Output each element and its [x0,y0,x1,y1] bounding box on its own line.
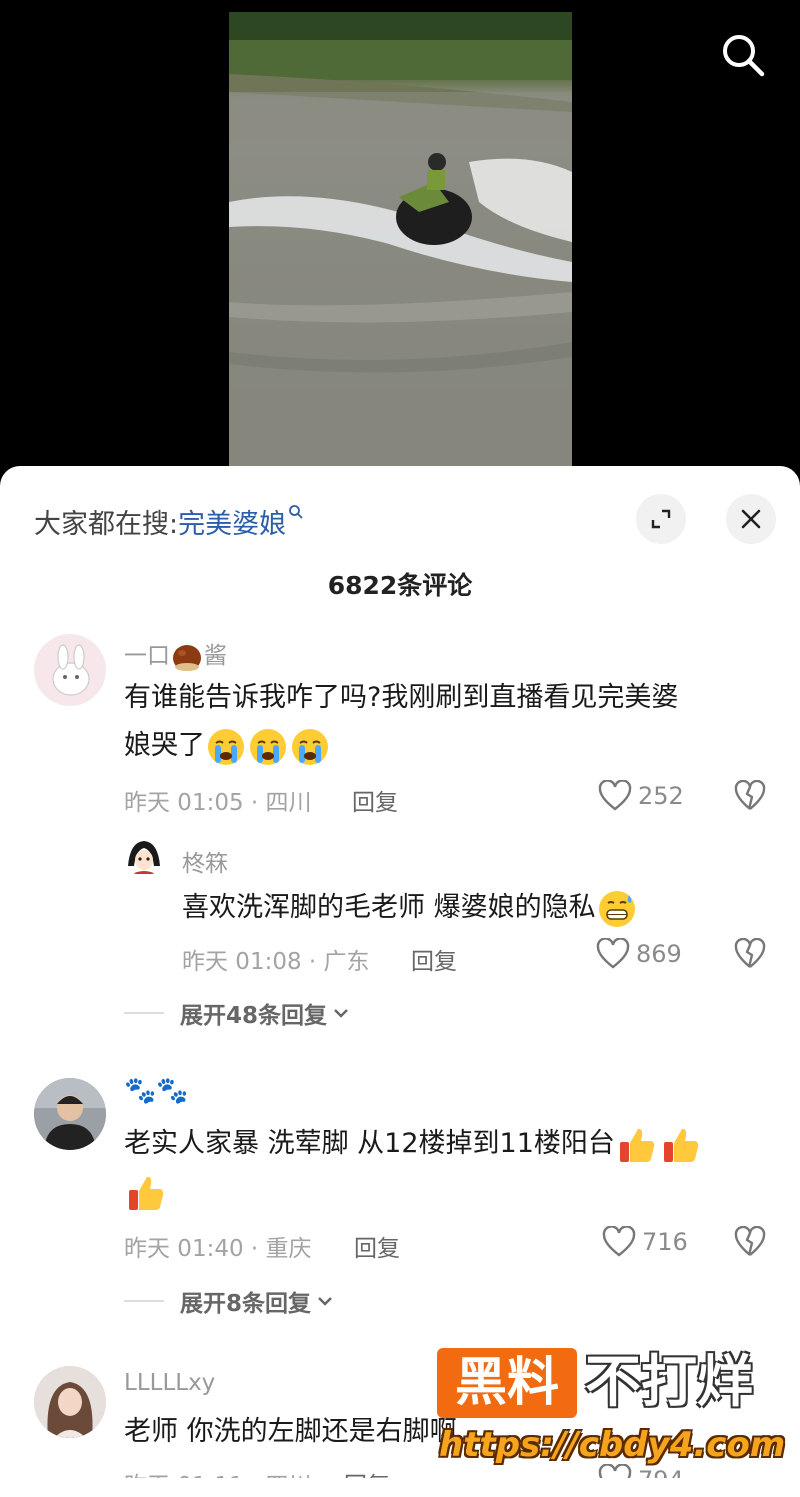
hot-search-term[interactable]: 完美婆娘 [178,509,286,540]
search-icon [289,505,303,519]
username[interactable]: LLLLLxy [124,1370,215,1396]
avatar-man-image [34,1078,106,1150]
broken-heart-icon [734,1225,766,1256]
thumbs-up-icon [619,1128,655,1162]
hot-search-bar[interactable]: 大家都在搜:完美婆娘 [34,502,304,541]
expand-sheet-button[interactable] [636,494,686,544]
search-button[interactable] [718,30,768,80]
comment-text-line: 有谁能告诉我咋了吗?我刚刷到直播看见完美婆 [124,682,679,713]
video-scene [229,12,572,480]
dislike-button[interactable] [734,1225,766,1262]
avatar-rabbit-image [52,644,90,696]
avatar[interactable] [34,634,106,706]
broken-heart-icon [734,937,766,968]
comment-sheet: 大家都在搜:完美婆娘 6822条评论 一口酱 有谁能告诉我咋了吗?我刚刷到直播看… [0,466,800,1497]
watermark-text: 不打烊 [585,1350,753,1415]
avatar-anime-girl-image [124,836,164,876]
thumbs-up-icon [129,1176,164,1210]
broken-heart-icon [734,779,766,810]
divider-line [124,1012,164,1014]
close-icon [741,509,761,529]
close-button[interactable] [726,494,776,544]
like-button[interactable]: 252 [598,780,684,812]
comment-text: 老实人家暴 洗荤脚 从12楼掉到11楼阳台 [124,1120,774,1216]
avatar[interactable] [34,1078,106,1150]
hot-search-prefix: 大家都在搜: [34,509,179,540]
bottom-edge [0,1478,800,1497]
like-button[interactable]: 716 [602,1226,688,1258]
expand-icon [651,509,671,529]
expand-replies-button[interactable]: 展开8条回复 [124,1284,335,1318]
grimacing-sweat-emoji-icon [598,890,635,927]
username[interactable]: 一口 酱 [124,636,227,673]
reply-button[interactable]: 回复 [354,1229,400,1263]
heart-icon [598,780,632,811]
expand-replies-label: 展开48条回复 [180,1003,328,1029]
heart-icon [596,938,630,969]
comment-meta: 昨天 01:05 · 四川 [124,790,312,816]
comment-meta: 昨天 01:40 · 重庆 [124,1236,312,1262]
video-frame[interactable] [229,12,572,480]
search-icon [723,35,765,77]
watermark-overlay: 黑料 不打烊 https://cbdy4.com [435,1345,785,1475]
reply-button[interactable]: 回复 [411,942,457,976]
like-count: 716 [642,1228,688,1256]
expand-replies-label: 展开8条回复 [180,1291,312,1317]
comment-text-content: 老实人家暴 洗荤脚 从12楼掉到11楼阳台 [124,1128,615,1159]
avatar[interactable] [34,1366,106,1438]
reply-text: 喜欢洗浑脚的毛老师 爆婆娘的隐私 [182,884,742,932]
chestnut-emoji-icon [173,644,201,671]
like-button[interactable]: 869 [596,938,682,970]
video-area[interactable] [0,0,800,480]
reply-username[interactable]: 柊箖 [182,844,228,878]
reply-button[interactable]: 回复 [352,783,398,817]
dislike-button[interactable] [734,779,766,816]
like-count: 869 [636,940,682,968]
thumbs-up-icon [663,1128,699,1162]
divider-line [124,1300,164,1302]
crying-emoji-icon [205,728,331,765]
expand-replies-button[interactable]: 展开48条回复 [124,996,351,1030]
chevron-down-icon [334,1009,348,1018]
dislike-button[interactable] [734,937,766,974]
watermark-box-text: 黑料 [437,1348,577,1418]
heart-icon [602,1226,636,1257]
username-text: 一口 [124,643,170,669]
comment-text-line2: 娘哭了 [124,730,205,761]
chevron-down-icon [318,1297,332,1306]
avatar-woman-image [34,1366,106,1438]
like-count: 252 [638,782,684,810]
comment-text: 有谁能告诉我咋了吗?我刚刷到直播看见完美婆 娘哭了 [124,674,774,770]
username-suffix: 酱 [204,643,227,669]
reply-text-content: 喜欢洗浑脚的毛老师 爆婆娘的隐私 [182,892,596,923]
reply-avatar[interactable] [124,836,164,876]
comment-count: 6822条评论 [327,571,473,600]
comment-text-line: 娘哭了 [124,722,774,770]
watermark-url: https://cbdy4.com [439,1425,786,1465]
reply-meta: 昨天 01:08 · 广东 [182,949,370,975]
username[interactable]: 🐾🐾 [124,1076,189,1106]
